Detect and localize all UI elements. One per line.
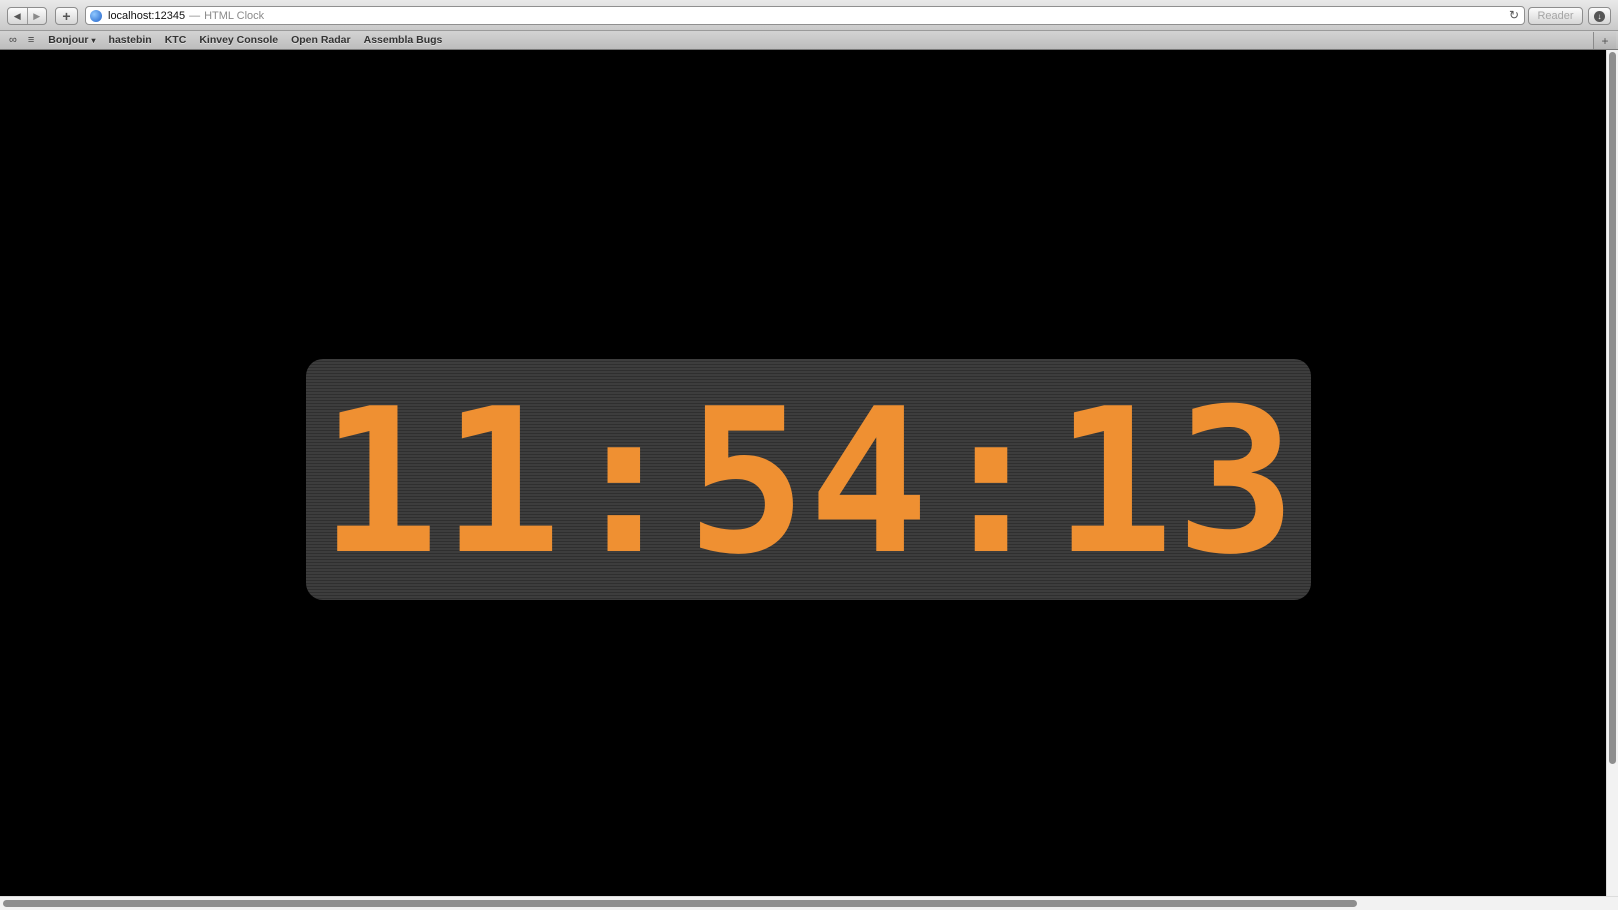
bookmark-open-radar[interactable]: Open Radar <box>291 34 351 46</box>
downloads-button[interactable]: ↓ <box>1588 7 1611 25</box>
bookmarks-book-icon[interactable]: ≡ <box>28 34 34 46</box>
reload-icon[interactable]: ↻ <box>1509 8 1519 22</box>
download-icon: ↓ <box>1594 10 1605 22</box>
horizontal-scrollbar[interactable] <box>0 896 1618 910</box>
back-button[interactable]: ◀ <box>8 8 28 24</box>
url-page-title: HTML Clock <box>204 9 265 22</box>
vertical-scrollbar[interactable] <box>1606 50 1618 896</box>
new-tab-button[interactable]: + <box>1593 32 1616 49</box>
bookmark-ktc[interactable]: KTC <box>165 34 187 46</box>
back-arrow-icon: ◀ <box>13 10 21 21</box>
nav-button-group: ◀ ▶ <box>7 7 47 25</box>
browser-window: ◀ ▶ + localhost:12345 — HTML Clock ↻ Rea… <box>0 0 1618 910</box>
plus-icon: + <box>1601 33 1609 48</box>
url-title-separator: — <box>189 9 201 22</box>
address-bar[interactable]: localhost:12345 — HTML Clock ↻ <box>85 6 1525 25</box>
bookmarks-bar: ∞ ≡ Bonjour ▾ hastebin KTC Kinvey Console… <box>0 31 1618 50</box>
chevron-down-icon: ▾ <box>91 36 96 45</box>
bookmark-label: Bonjour <box>48 34 89 46</box>
plus-icon: + <box>62 8 71 24</box>
bookmark-assembla-bugs[interactable]: Assembla Bugs <box>364 34 443 46</box>
bookmark-bonjour[interactable]: Bonjour ▾ <box>48 34 95 46</box>
forward-button[interactable]: ▶ <box>28 8 47 24</box>
horizontal-scroll-thumb[interactable] <box>3 900 1357 907</box>
vertical-scroll-thumb[interactable] <box>1609 52 1616 764</box>
bookmark-kinvey-console[interactable]: Kinvey Console <box>199 34 278 46</box>
add-bookmark-button[interactable]: + <box>55 7 78 25</box>
url-host: localhost:12345 <box>108 9 186 22</box>
globe-icon <box>90 9 102 22</box>
forward-arrow-icon: ▶ <box>33 10 41 21</box>
browser-toolbar: ◀ ▶ + localhost:12345 — HTML Clock ↻ Rea… <box>0 0 1618 31</box>
clock-time: 11:54:13 <box>318 365 1299 599</box>
reading-list-icon[interactable]: ∞ <box>9 34 17 46</box>
reader-button[interactable]: Reader <box>1528 7 1583 25</box>
bookmark-hastebin[interactable]: hastebin <box>109 34 152 46</box>
clock-panel: 11:54:13 <box>306 359 1311 600</box>
page-content: 11:54:13 <box>0 50 1606 896</box>
